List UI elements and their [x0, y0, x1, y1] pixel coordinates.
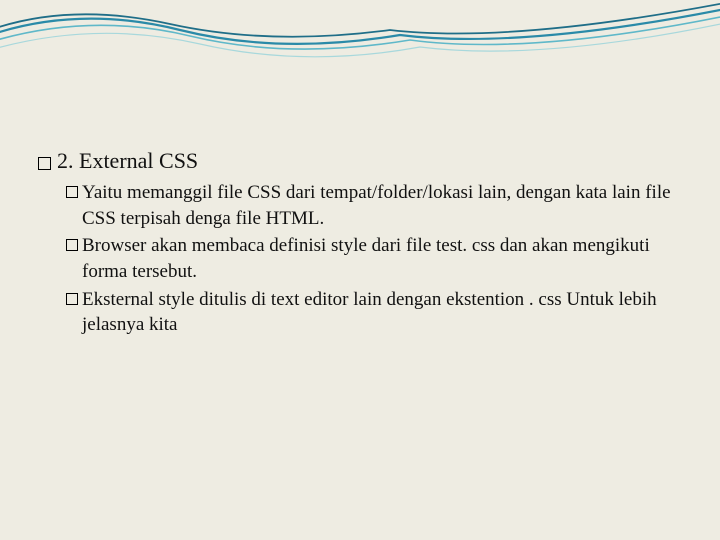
- slide-content: 2. External CSS Yaitu memanggil file CSS…: [38, 148, 682, 340]
- bullet-square-icon: [66, 186, 78, 198]
- list-item-text: Yaitu memanggil file CSS dari tempat/fol…: [82, 180, 682, 231]
- sub-list: Yaitu memanggil file CSS dari tempat/fol…: [66, 180, 682, 338]
- list-item-text: Eksternal style ditulis di text editor l…: [82, 287, 682, 338]
- wave-decoration: [0, 0, 720, 90]
- list-item-text: Browser akan membaca definisi style dari…: [82, 233, 682, 284]
- slide-heading: 2. External CSS: [57, 148, 198, 174]
- heading-row: 2. External CSS: [38, 148, 682, 174]
- list-item: Yaitu memanggil file CSS dari tempat/fol…: [66, 180, 682, 231]
- bullet-square-icon: [38, 157, 51, 170]
- bullet-square-icon: [66, 239, 78, 251]
- list-item: Browser akan membaca definisi style dari…: [66, 233, 682, 284]
- list-item: Eksternal style ditulis di text editor l…: [66, 287, 682, 338]
- bullet-square-icon: [66, 293, 78, 305]
